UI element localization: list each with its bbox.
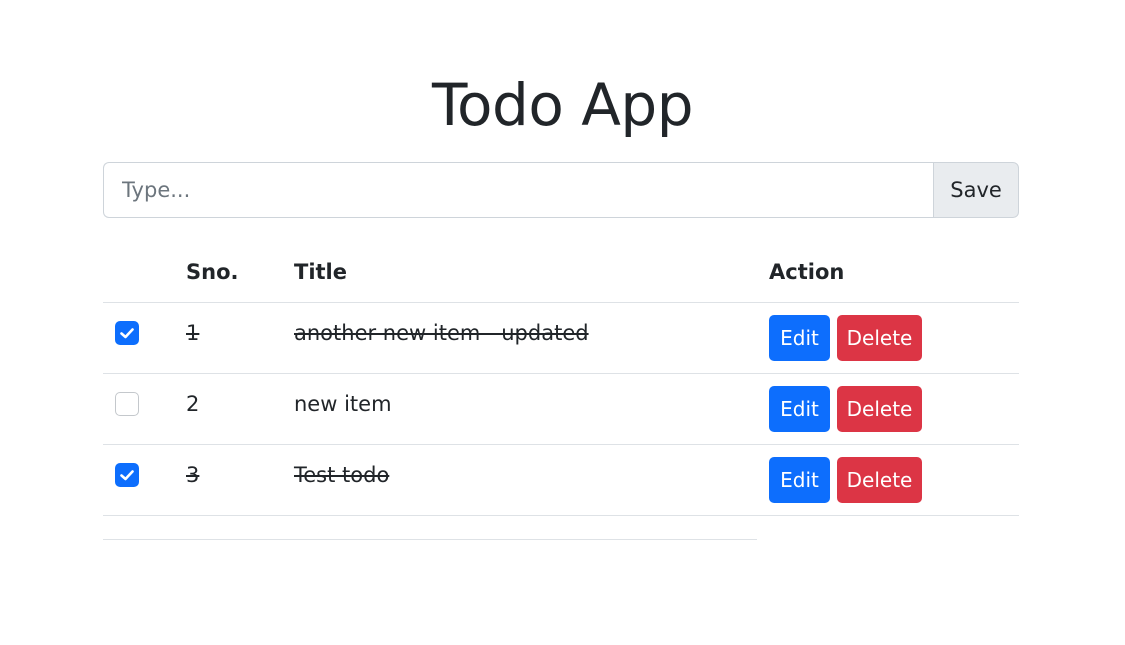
save-button[interactable]: Save xyxy=(933,162,1019,218)
header-action: Action xyxy=(769,260,845,284)
divider xyxy=(103,539,757,540)
row-sno: 3 xyxy=(186,463,200,487)
header-title: Title xyxy=(294,260,348,284)
header-sno: Sno. xyxy=(186,260,239,284)
row-actions: Edit Delete xyxy=(769,457,922,503)
edit-button[interactable]: Edit xyxy=(769,457,830,503)
done-checkbox[interactable] xyxy=(115,463,139,487)
row-actions: Edit Delete xyxy=(769,315,922,361)
todo-table: Sno. Title Action 1 another new item - u… xyxy=(103,246,1019,516)
row-title: another new item - updated xyxy=(294,321,589,345)
edit-button[interactable]: Edit xyxy=(769,315,830,361)
table-row: 3 Test todo Edit Delete xyxy=(103,445,1019,516)
done-checkbox[interactable] xyxy=(115,392,139,416)
delete-button[interactable]: Delete xyxy=(837,457,922,503)
table-header: Sno. Title Action xyxy=(103,246,1019,303)
check-icon xyxy=(120,470,134,481)
delete-button[interactable]: Delete xyxy=(837,315,922,361)
delete-button[interactable]: Delete xyxy=(837,386,922,432)
check-icon xyxy=(120,328,134,339)
row-actions: Edit Delete xyxy=(769,386,922,432)
table-row: 2 new item Edit Delete xyxy=(103,374,1019,445)
row-title: new item xyxy=(294,392,392,416)
row-sno: 2 xyxy=(186,392,200,416)
row-sno: 1 xyxy=(186,321,200,345)
row-title: Test todo xyxy=(294,463,390,487)
table-row: 1 another new item - updated Edit Delete xyxy=(103,303,1019,374)
edit-button[interactable]: Edit xyxy=(769,386,830,432)
page-title: Todo App xyxy=(431,71,694,139)
todo-form: Save xyxy=(103,162,1019,218)
done-checkbox[interactable] xyxy=(115,321,139,345)
todo-input[interactable] xyxy=(103,162,934,218)
todo-app: Todo App Save Sno. Title Action 1 anothe… xyxy=(0,0,1125,645)
